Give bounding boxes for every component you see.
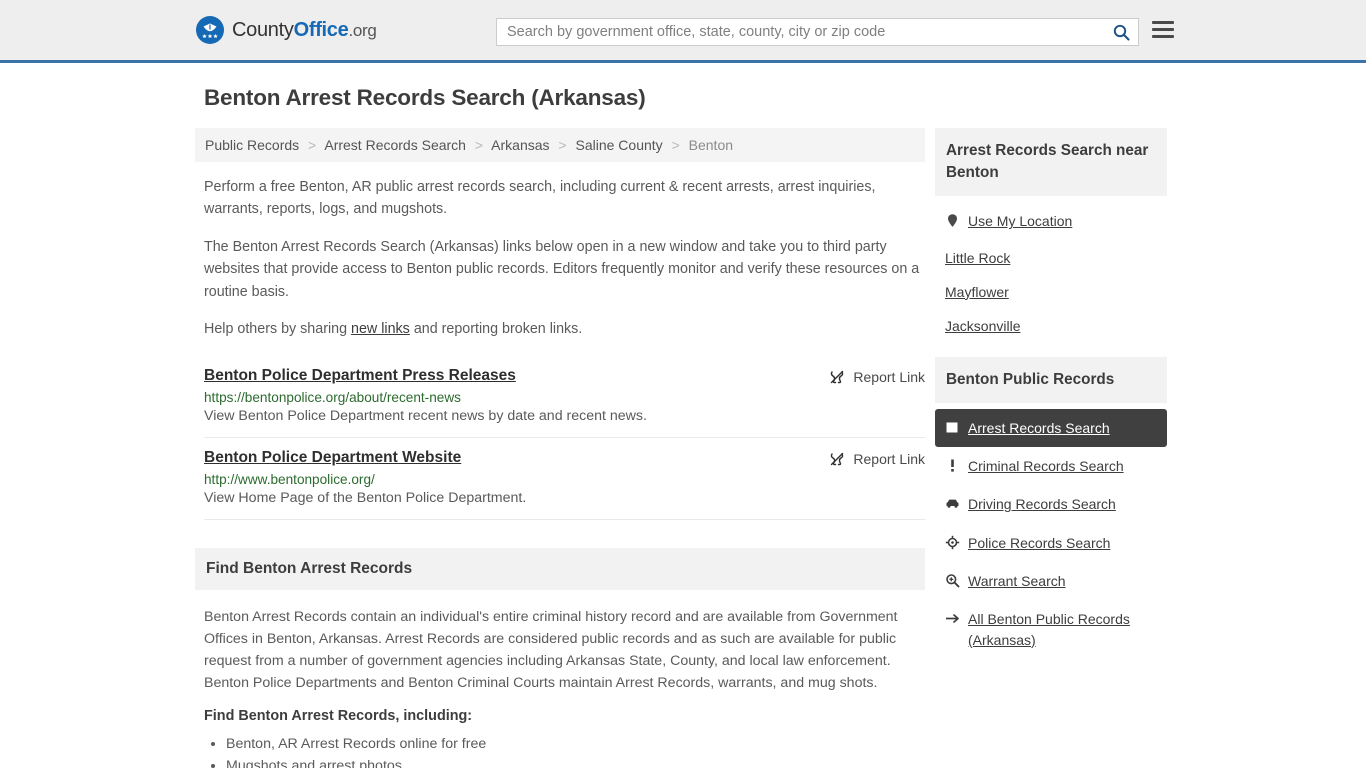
result-item: Benton Police Department Website http://…	[204, 438, 925, 520]
sidebar-item-police-records-search[interactable]: Police Records Search	[935, 524, 1167, 562]
sidebar-item-label[interactable]: All Benton Public Records (Arkansas)	[968, 609, 1157, 650]
main-content: Public Records > Arrest Records Search >…	[195, 128, 925, 768]
sidebar-item-label[interactable]: Jacksonville	[945, 318, 1020, 334]
section-heading: Find Benton Arrest Records	[195, 547, 925, 590]
car-icon	[945, 496, 960, 511]
square-icon	[945, 420, 960, 435]
breadcrumb-separator: >	[308, 137, 317, 153]
result-url: http://www.bentonpolice.org/	[204, 471, 375, 487]
nearby-panel-heading: Arrest Records Search near Benton	[935, 128, 1167, 197]
breadcrumb-item-benton: Benton	[688, 137, 734, 153]
exclamation-icon	[945, 458, 960, 473]
result-description: View Benton Police Department recent new…	[204, 407, 647, 424]
search-input[interactable]	[505, 23, 1113, 41]
broken-link-icon	[829, 369, 845, 385]
public-records-list: Arrest Records Search Criminal Records S…	[935, 403, 1167, 659]
breadcrumb-item-public-records[interactable]: Public Records	[205, 137, 299, 153]
public-records-panel: Benton Public Records Arrest Records Sea…	[935, 356, 1167, 659]
sidebar: Arrest Records Search near Benton Use My…	[935, 128, 1167, 673]
eagle-seal-icon	[195, 15, 225, 45]
sidebar-item-label[interactable]: Little Rock	[945, 250, 1010, 266]
logo-text-org: .org	[348, 20, 377, 40]
sidebar-item-little-rock[interactable]: Little Rock	[935, 241, 1167, 275]
hamburger-menu-icon[interactable]	[1152, 21, 1174, 38]
arrow-right-icon	[945, 611, 960, 626]
public-records-panel-heading: Benton Public Records	[935, 356, 1167, 403]
sidebar-item-label[interactable]: Arrest Records Search	[968, 418, 1110, 438]
sidebar-item-label[interactable]: Criminal Records Search	[968, 456, 1124, 476]
sidebar-item-arrest-records-search[interactable]: Arrest Records Search	[935, 408, 1167, 448]
breadcrumb-separator: >	[474, 137, 484, 153]
list-item: Benton, AR Arrest Records online for fre…	[226, 734, 925, 754]
breadcrumb-separator: >	[671, 137, 680, 153]
sidebar-item-label[interactable]: Police Records Search	[968, 533, 1110, 553]
breadcrumb-item-arkansas[interactable]: Arkansas	[491, 137, 549, 153]
arrest-records-list: Benton, AR Arrest Records online for fre…	[204, 734, 925, 768]
section-body: Benton Arrest Records contain an individ…	[204, 606, 925, 768]
intro-paragraph-1: Perform a free Benton, AR public arrest …	[204, 179, 876, 218]
sidebar-item-mayflower[interactable]: Mayflower	[935, 275, 1167, 309]
sidebar-item-use-my-location[interactable]: Use My Location	[935, 202, 1167, 240]
sidebar-item-label[interactable]: Driving Records Search	[968, 494, 1116, 514]
site-header: CountyOffice.org	[0, 0, 1366, 63]
sidebar-item-label[interactable]: Mayflower	[945, 284, 1009, 300]
page-title: Benton Arrest Records Search (Arkansas)	[204, 85, 646, 110]
sidebar-item-all-public-records[interactable]: All Benton Public Records (Arkansas)	[935, 600, 1167, 659]
result-description: View Home Page of the Benton Police Depa…	[204, 489, 527, 506]
sidebar-item-warrant-search[interactable]: Warrant Search	[935, 562, 1167, 600]
sidebar-item-label[interactable]: Use My Location	[968, 211, 1072, 231]
list-item: Mugshots and arrest photos	[226, 756, 925, 768]
logo-text: CountyOffice.org	[232, 19, 377, 42]
result-title-link[interactable]: Benton Police Department Press Releases	[204, 367, 516, 385]
site-logo[interactable]: CountyOffice.org	[195, 15, 377, 45]
help-paragraph: Help others by sharing new links and rep…	[204, 318, 925, 340]
logo-text-office: Office	[293, 18, 349, 41]
logo-text-county: County	[232, 18, 294, 41]
report-link-label: Report Link	[853, 368, 925, 385]
result-url: https://bentonpolice.org/about/recent-ne…	[204, 389, 461, 405]
broken-link-icon	[829, 451, 845, 467]
report-link-button[interactable]: Report Link	[829, 451, 925, 467]
new-links-link[interactable]: new links	[351, 321, 410, 337]
section-paragraph: Benton Arrest Records contain an individ…	[204, 608, 898, 692]
magnifier-plus-icon	[945, 573, 960, 588]
nearby-panel: Arrest Records Search near Benton Use My…	[935, 128, 1167, 343]
breadcrumb-item-saline-county[interactable]: Saline County	[576, 137, 663, 153]
search-icon[interactable]	[1113, 24, 1130, 41]
search-bar[interactable]	[496, 18, 1139, 46]
sidebar-item-criminal-records-search[interactable]: Criminal Records Search	[935, 447, 1167, 485]
section-sub-heading: Find Benton Arrest Records, including:	[204, 708, 473, 725]
help-text-after: and reporting broken links.	[409, 321, 583, 338]
report-link-label: Report Link	[853, 450, 925, 467]
sidebar-item-jacksonville[interactable]: Jacksonville	[935, 309, 1167, 343]
breadcrumb-item-arrest-records-search[interactable]: Arrest Records Search	[324, 137, 466, 153]
breadcrumb-separator: >	[558, 137, 567, 153]
result-title-link[interactable]: Benton Police Department Website	[204, 449, 461, 467]
help-text-before: Help others by sharing	[204, 321, 352, 338]
report-link-button[interactable]: Report Link	[829, 369, 925, 385]
sidebar-item-driving-records-search[interactable]: Driving Records Search	[935, 485, 1167, 523]
map-pin-icon	[945, 213, 960, 228]
breadcrumb: Public Records > Arrest Records Search >…	[195, 128, 925, 162]
crosshair-icon	[945, 535, 960, 550]
nearby-list: Use My Location Little Rock Mayflower Ja…	[935, 196, 1167, 342]
sidebar-item-label[interactable]: Warrant Search	[968, 571, 1066, 591]
intro-paragraph-2: The Benton Arrest Records Search (Arkans…	[204, 238, 920, 300]
result-item: Benton Police Department Press Releases …	[204, 356, 925, 438]
